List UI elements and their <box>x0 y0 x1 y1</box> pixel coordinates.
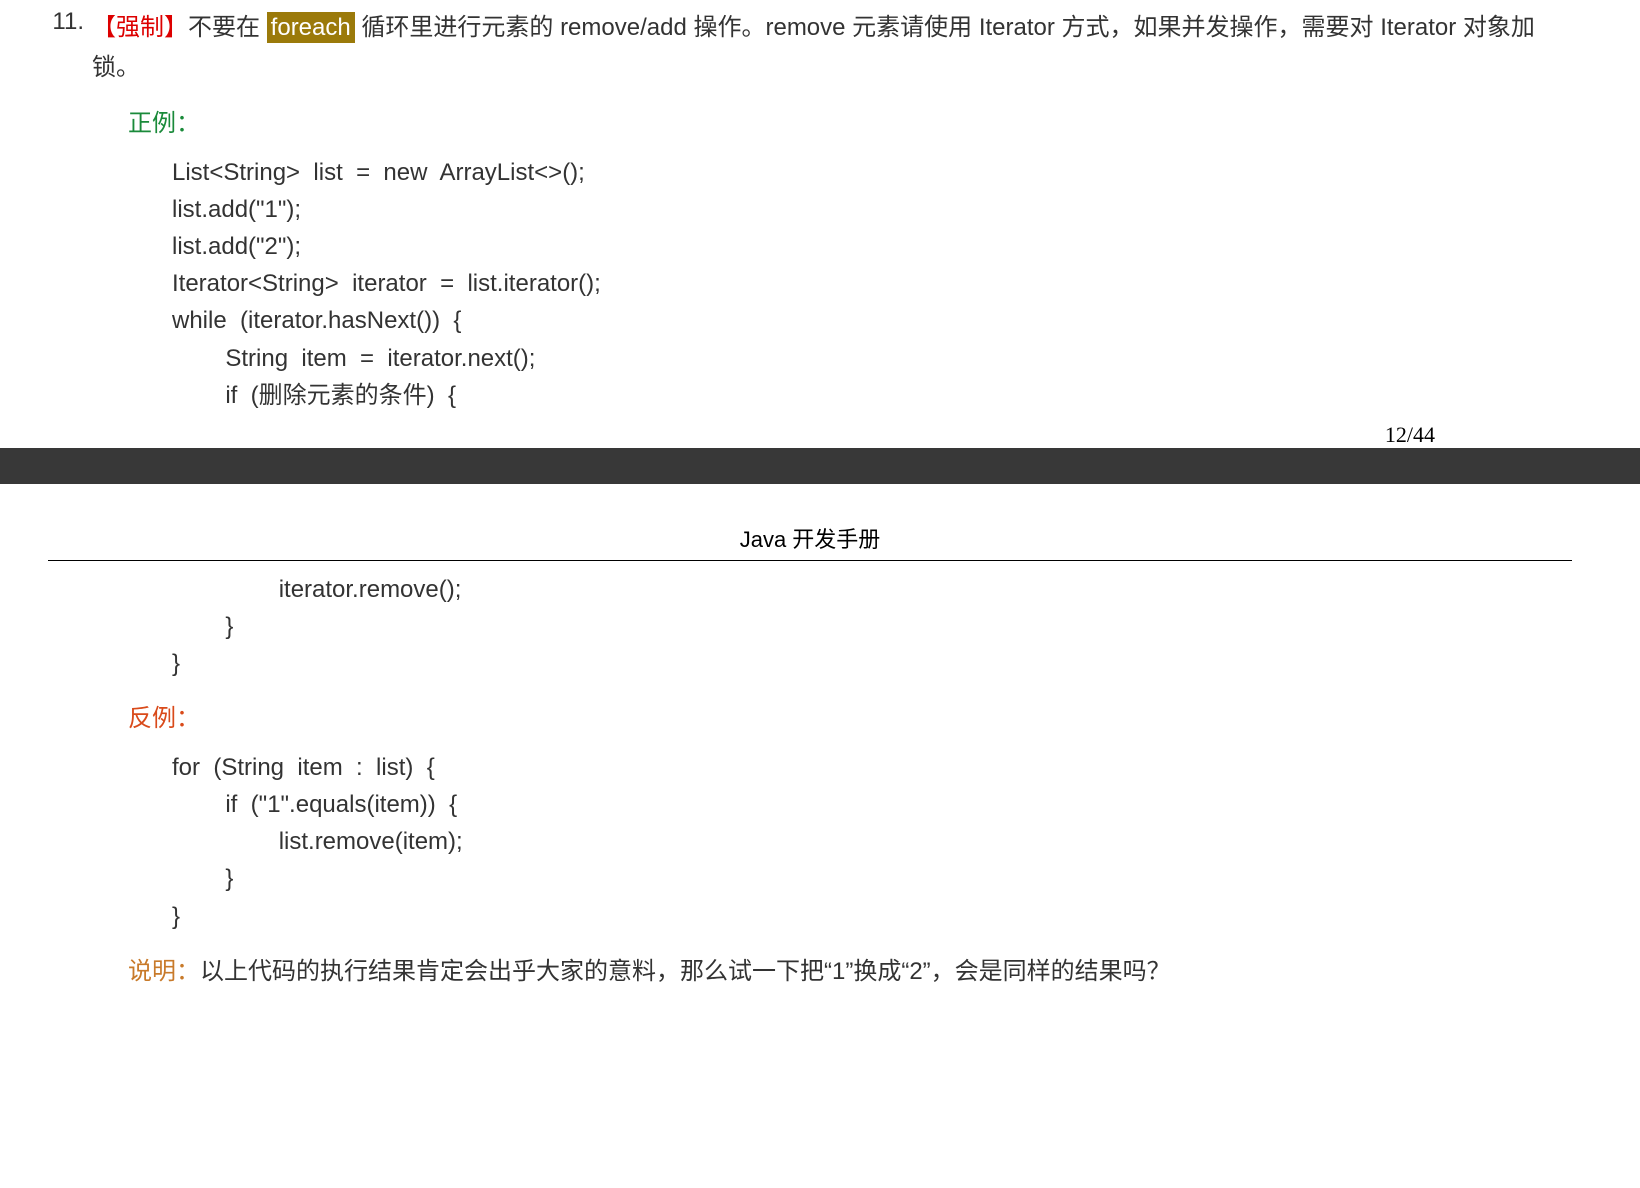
positive-example-label: 正例： <box>128 105 1580 143</box>
document-header-title: Java 开发手册 <box>40 484 1580 560</box>
rule-text: 【强制】不要在 foreach 循环里进行元素的 remove/add 操作。r… <box>92 8 1580 87</box>
page-2: Java 开发手册 iterator.remove(); } } 反例： for… <box>0 484 1640 1011</box>
page-1: 11. 【强制】不要在 foreach 循环里进行元素的 remove/add … <box>0 8 1640 448</box>
negative-example-label: 反例： <box>128 700 1580 738</box>
code-positive-part1: List<String> list = new ArrayList<>(); l… <box>172 154 1580 414</box>
note-label: 说明： <box>128 958 200 985</box>
note-text: 以上代码的执行结果肯定会出乎大家的意料，那么试一下把“1”换成“2”，会是同样的… <box>200 958 1171 985</box>
code-positive-part2: iterator.remove(); } } <box>172 571 1580 683</box>
rule-item: 11. 【强制】不要在 foreach 循环里进行元素的 remove/add … <box>40 8 1580 87</box>
search-highlight: foreach <box>267 12 355 43</box>
mandatory-tag: 【强制】 <box>92 14 188 41</box>
code-negative: for (String item : list) { if ("1".equal… <box>172 749 1580 935</box>
page-number: 12/44 <box>40 422 1580 448</box>
note-row: 说明：以上代码的执行结果肯定会出乎大家的意料，那么试一下把“1”换成“2”，会是… <box>128 953 1580 991</box>
page-separator <box>0 448 1640 484</box>
rule-text-pre: 不要在 <box>188 14 267 41</box>
header-rule <box>48 560 1572 561</box>
rule-number: 11. <box>40 8 92 36</box>
